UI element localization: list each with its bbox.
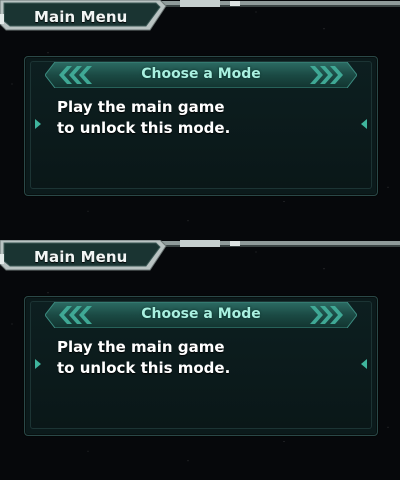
main-menu-tab[interactable]: Main Menu: [0, 240, 168, 280]
mode-title: Choose a Mode: [141, 306, 261, 322]
unlock-message-line-1: Play the main game: [57, 98, 225, 116]
left-arrow-icon[interactable]: [35, 119, 41, 129]
mode-panel: Choose a Mode Play the main game to unlo…: [24, 296, 378, 436]
mode-header-bar: Choose a Mode: [45, 302, 357, 328]
unlock-message: Play the main game to unlock this mode.: [57, 97, 230, 139]
left-arrow-icon[interactable]: [35, 359, 41, 369]
mode-panel: Choose a Mode Play the main game to unlo…: [24, 56, 378, 196]
unlock-message-line-2: to unlock this mode.: [57, 119, 231, 137]
top-screen: Main Menu Choose a Mode Play the main ga…: [0, 0, 400, 240]
main-menu-label: Main Menu: [34, 248, 128, 266]
right-arrow-icon[interactable]: [361, 119, 367, 129]
bottom-screen: Main Menu Choose a Mode Play the main ga…: [0, 240, 400, 480]
top-rail-decoration: [160, 0, 400, 12]
unlock-message: Play the main game to unlock this mode.: [57, 337, 230, 379]
right-arrow-icon[interactable]: [361, 359, 367, 369]
unlock-message-line-1: Play the main game: [57, 338, 225, 356]
unlock-message-line-2: to unlock this mode.: [57, 359, 231, 377]
main-menu-tab[interactable]: Main Menu: [0, 0, 168, 40]
mode-header-bar: Choose a Mode: [45, 62, 357, 88]
top-rail-decoration: [160, 240, 400, 252]
main-menu-label: Main Menu: [34, 8, 128, 26]
mode-title: Choose a Mode: [141, 66, 261, 82]
